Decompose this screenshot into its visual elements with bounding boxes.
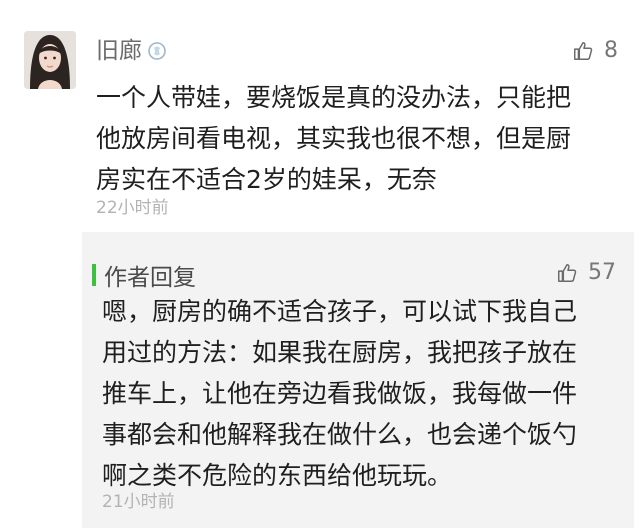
reply-text-line: 啊之类不危险的东西给他玩玩。 [102,461,453,490]
reply-like-button[interactable]: 57 [556,260,616,285]
avatar[interactable] [24,31,76,89]
reply-timestamp: 21小时前 [102,492,175,512]
reply-text-line: 嗯，厨房的确不适合孩子，可以试下我自己 [102,297,578,326]
comment-text-line: 房实在不适合2岁的娃呆，无奈 [96,165,437,194]
comment-timestamp: 22小时前 [96,198,169,218]
reply-text-line: 事都会和他解释我在做什么，也会递个饭勺 [102,420,578,449]
thumbs-up-icon [558,263,577,282]
vip-badge-icon [146,40,168,62]
comment-body: 一个人带娃，要烧饭是真的没办法，只能把 他放房间看电视，其实我也很不想，但是厨 … [96,77,616,200]
author-reply: 作者回复 57 嗯，厨房的确不适合孩子，可以试下我自己 用过的方法：如果我在厨房… [82,232,634,528]
reply-like-count: 57 [588,260,616,285]
reply-header: 作者回复 [92,258,196,292]
reply-label: 作者回复 [104,265,196,291]
username-text: 旧廊 [96,38,142,64]
reply-text-line: 推车上，让他在旁边看我做饭，我每做一件 [102,379,578,408]
avatar-photo [24,31,76,89]
comment-username[interactable]: 旧廊 [96,36,168,66]
comment-like-button[interactable]: 8 [572,38,618,63]
reply-body: 嗯，厨房的确不适合孩子，可以试下我自己 用过的方法：如果我在厨房，我把孩子放在 … [102,291,622,496]
comment-like-count: 8 [604,38,618,63]
thumbs-up-icon [574,41,593,60]
reply-text-line: 用过的方法：如果我在厨房，我把孩子放在 [102,338,578,367]
comment-text-line: 他放房间看电视，其实我也很不想，但是厨 [96,124,572,153]
reply-accent-bar [92,264,96,286]
comment-text-line: 一个人带娃，要烧饭是真的没办法，只能把 [96,83,572,112]
